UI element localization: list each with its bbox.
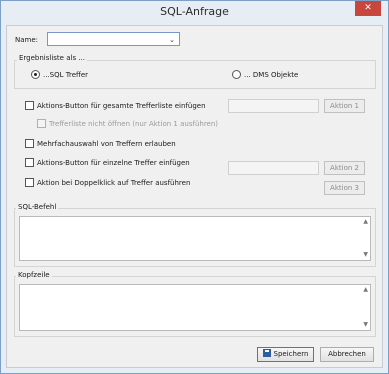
name-combobox[interactable]: ⌄: [47, 32, 180, 46]
action2-input[interactable]: [228, 161, 319, 175]
action1-input[interactable]: [228, 99, 319, 113]
header-textarea[interactable]: ▲ ▼: [19, 284, 371, 331]
scroll-down-icon[interactable]: ▼: [363, 321, 368, 329]
radio-sql-hits-label[interactable]: ...SQL Treffer: [43, 71, 88, 79]
scroll-up-icon[interactable]: ▲: [363, 286, 368, 294]
checkbox-dont-open-list[interactable]: [37, 119, 46, 128]
checkbox-action-button-all[interactable]: [25, 101, 34, 110]
action2-button[interactable]: Aktion 2: [324, 161, 365, 175]
checkbox-action-button-single[interactable]: [25, 158, 34, 167]
dont-open-list-label: Trefferliste nicht öffnen (nur Aktion 1 …: [49, 120, 219, 128]
dialog-window: SQL-Anfrage ✕ Name: ⌄ Ergebnisliste als …: [0, 0, 389, 374]
action1-button[interactable]: Aktion 1: [324, 99, 365, 113]
result-type-group-title: Ergebnisliste als ...: [17, 54, 87, 62]
dialog-content: Name: ⌄ Ergebnisliste als ... ...SQL Tre…: [6, 25, 383, 368]
title-bar[interactable]: SQL-Anfrage ✕: [1, 1, 388, 25]
save-button[interactable]: Speichern: [257, 347, 314, 362]
scroll-up-icon[interactable]: ▲: [363, 218, 368, 226]
scroll-down-icon[interactable]: ▼: [363, 251, 368, 259]
action3-button[interactable]: Aktion 3: [324, 181, 365, 195]
chevron-down-icon[interactable]: ⌄: [169, 36, 175, 44]
name-label: Name:: [15, 36, 39, 44]
window-title: SQL-Anfrage: [160, 5, 229, 18]
close-button[interactable]: ✕: [355, 1, 381, 16]
floppy-disk-icon: [262, 349, 271, 357]
radio-sql-hits[interactable]: [31, 70, 40, 79]
multi-select-label: Mehrfachauswahl von Treffern erlauben: [37, 140, 176, 148]
radio-dms-objects[interactable]: [232, 70, 241, 79]
radio-dms-objects-label[interactable]: ... DMS Objekte: [244, 71, 298, 79]
checkbox-multi-select[interactable]: [25, 139, 34, 148]
sql-group-title: SQL-Befehl: [16, 203, 59, 211]
checkbox-double-click-action[interactable]: [25, 178, 34, 187]
cancel-button[interactable]: Abbrechen: [320, 347, 374, 362]
header-group-title: Kopfzeile: [16, 271, 52, 279]
save-button-label: Speichern: [273, 350, 309, 358]
sql-textarea[interactable]: ▲ ▼: [19, 216, 371, 261]
action-button-single-label: Aktions-Button für einzelne Treffer einf…: [37, 159, 190, 167]
action-button-all-label: Aktions-Button für gesamte Trefferliste …: [37, 102, 206, 110]
double-click-action-label: Aktion bei Doppelklick auf Treffer ausfü…: [37, 179, 191, 187]
